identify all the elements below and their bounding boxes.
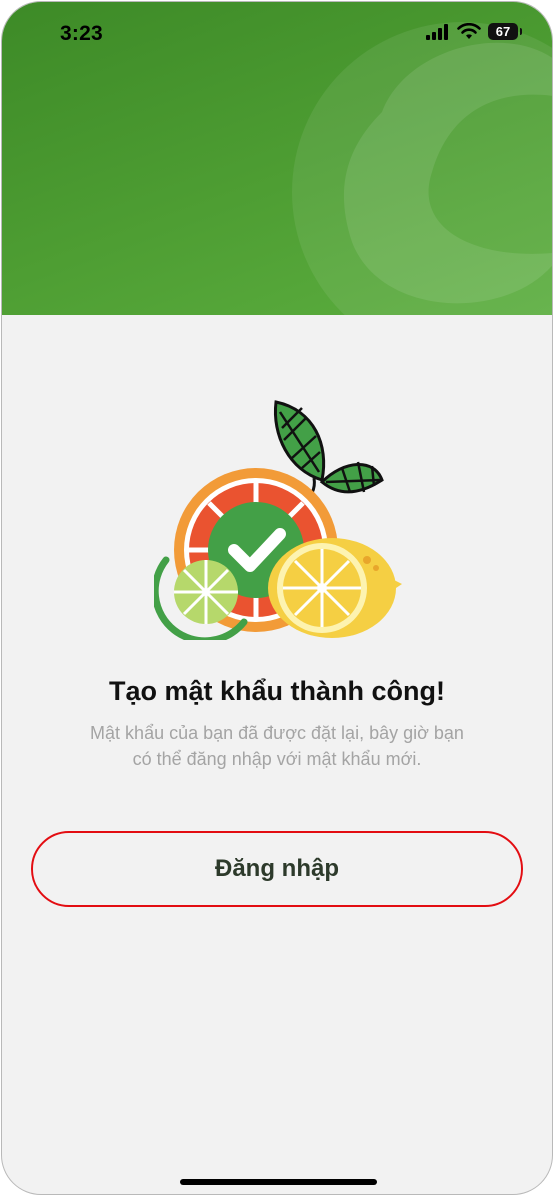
signal-icon bbox=[426, 23, 448, 40]
main-content: Tạo mật khẩu thành công! Mật khẩu của bạ… bbox=[2, 315, 552, 1194]
home-indicator[interactable] bbox=[180, 1179, 377, 1185]
lemon-icon bbox=[268, 538, 402, 638]
phone-screen: 3:23 67 Tạo mật khẩu thành công! Mật khẩ… bbox=[1, 1, 553, 1195]
header-banner: 3:23 67 bbox=[2, 2, 552, 315]
login-button[interactable]: Đăng nhập bbox=[31, 831, 523, 907]
status-icons: 67 bbox=[426, 23, 522, 40]
page-title: Tạo mật khẩu thành công! bbox=[108, 676, 445, 706]
fruit-checkmark-illustration bbox=[154, 400, 402, 640]
battery-icon: 67 bbox=[488, 23, 522, 40]
lime-icon bbox=[154, 556, 248, 640]
success-message: Mật khẩu của bạn đã được đặt lại, bây gi… bbox=[90, 723, 464, 769]
status-bar: 3:23 67 bbox=[2, 2, 552, 66]
status-time: 3:23 bbox=[60, 22, 103, 45]
wifi-icon bbox=[457, 23, 481, 39]
